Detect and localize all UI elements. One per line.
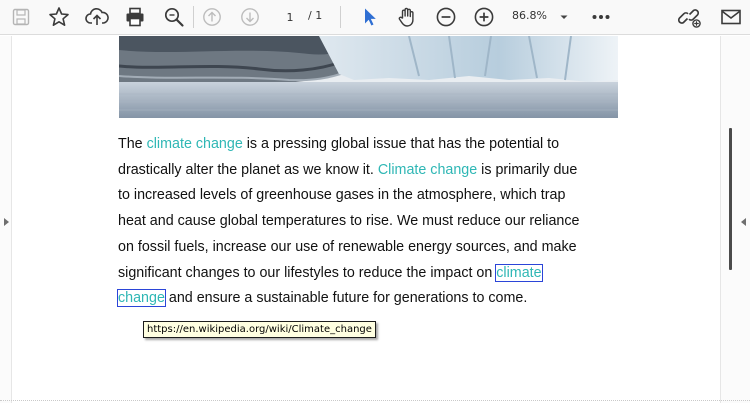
- glacier-image: [119, 36, 618, 118]
- toolbar: / 1 86.8%: [0, 0, 750, 35]
- page-up-icon[interactable]: [198, 3, 226, 31]
- text-line: change and ensure a sustainable future f…: [117, 286, 598, 312]
- chevron-down-icon[interactable]: [556, 5, 572, 29]
- climate-change-link[interactable]: climate change: [147, 136, 243, 152]
- text-segment: on fossil fuels, increase our use of ren…: [118, 238, 577, 255]
- page-number-input[interactable]: [276, 8, 304, 26]
- climate-change-link[interactable]: Climate change: [378, 162, 477, 178]
- expand-right-panel-icon[interactable]: [741, 218, 746, 226]
- select-pointer-icon[interactable]: [356, 3, 384, 31]
- document-paragraph: The climate change is a pressing global …: [117, 132, 598, 312]
- text-segment: drastically alter the planet as we know …: [118, 161, 378, 178]
- expand-left-panel-icon[interactable]: [4, 218, 9, 226]
- bookmark-star-icon[interactable]: [45, 3, 73, 31]
- text-segment: and ensure a sustainable future for gene…: [164, 290, 528, 307]
- document-viewer[interactable]: The climate change is a pressing global …: [0, 36, 750, 403]
- save-icon[interactable]: [7, 3, 35, 31]
- text-segment: is a pressing global issue that has the …: [242, 136, 560, 152]
- text-line: to increased levels of greenhouse gases …: [118, 183, 598, 209]
- page-total: / 1: [308, 9, 323, 22]
- text-segment: The: [118, 136, 147, 152]
- hand-tool-icon[interactable]: [393, 3, 421, 31]
- link-tooltip: https://en.wikipedia.org/wiki/Climate_ch…: [143, 321, 376, 338]
- text-segment: to increased levels of greenhouse gases …: [118, 187, 566, 204]
- page-bottom-edge: [0, 400, 750, 401]
- print-icon[interactable]: [121, 3, 149, 31]
- text-line: significant changes to our lifestyles to…: [118, 261, 598, 287]
- zoom-level[interactable]: 86.8%: [512, 9, 547, 22]
- zoom-out-icon[interactable]: [432, 3, 460, 31]
- text-line: on fossil fuels, increase our use of ren…: [118, 235, 598, 261]
- text-segment: significant changes to our lifestyles to…: [118, 264, 497, 281]
- email-icon[interactable]: [717, 3, 745, 31]
- upload-icon[interactable]: [83, 3, 111, 31]
- text-line: drastically alter the planet as we know …: [118, 158, 598, 184]
- text-segment: is primarily due: [477, 161, 578, 178]
- share-link-icon[interactable]: [677, 3, 705, 31]
- climate-change-link[interactable]: climate: [495, 263, 543, 282]
- text-segment: heat and cause global temperatures to ri…: [118, 213, 580, 230]
- more-icon[interactable]: [587, 3, 615, 31]
- text-line: The climate change is a pressing global …: [118, 132, 598, 158]
- zoom-in-icon[interactable]: [470, 3, 498, 31]
- text-line: heat and cause global temperatures to ri…: [118, 209, 598, 235]
- page-down-icon[interactable]: [236, 3, 264, 31]
- vertical-scrollbar[interactable]: [729, 128, 732, 270]
- climate-change-link[interactable]: change: [117, 289, 166, 308]
- search-icon[interactable]: [160, 3, 188, 31]
